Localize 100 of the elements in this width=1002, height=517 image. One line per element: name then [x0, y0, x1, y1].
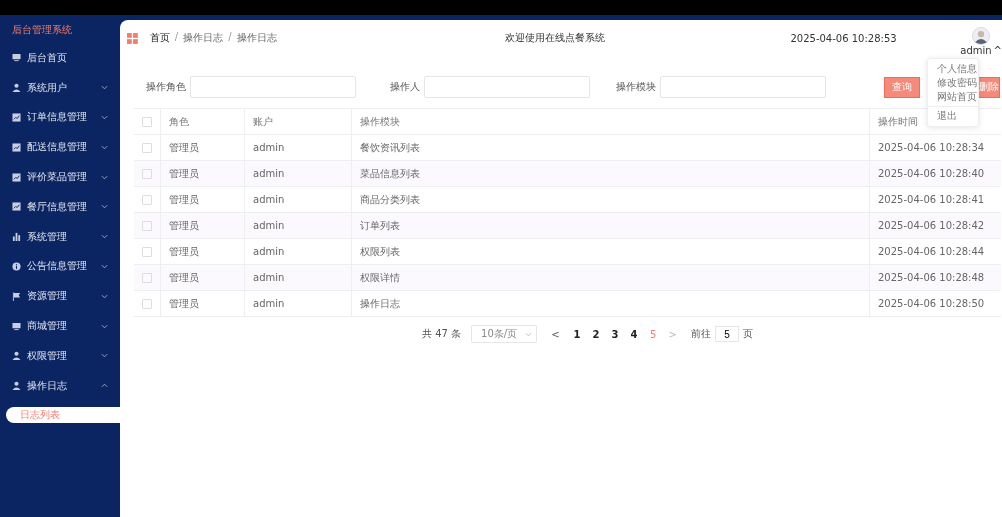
input-field[interactable] — [190, 76, 356, 98]
table-cell: admin — [253, 194, 285, 205]
table-cell: admin — [253, 272, 285, 283]
filter-label: 操作角色 — [146, 80, 186, 94]
table-cell: 商品分类列表 — [360, 193, 420, 205]
table-cell: 菜品信息列表 — [360, 167, 420, 179]
chevron-down-icon — [101, 115, 108, 120]
checkbox[interactable] — [142, 273, 152, 283]
monitor-icon — [12, 321, 21, 331]
chevron-down-icon — [101, 293, 108, 299]
table-cell: 2025-04-06 10:28:44 — [878, 246, 985, 257]
column-header: 角色 — [169, 115, 189, 127]
input-field[interactable] — [660, 76, 826, 98]
table-cell: 管理员 — [169, 167, 199, 179]
chevron-up-icon — [101, 383, 108, 389]
sidebar-item[interactable]: 操作日志 — [0, 370, 120, 401]
chevron-down-icon — [101, 204, 108, 210]
user-icon — [12, 83, 21, 93]
checkbox[interactable] — [142, 299, 152, 309]
sidebar-item[interactable]: 权限管理 — [0, 340, 120, 371]
page-size-select[interactable]: 10条/页 — [471, 325, 538, 343]
user-name[interactable]: admin — [960, 44, 992, 56]
table-cell: 订单列表 — [360, 219, 400, 231]
table-cell: 权限详情 — [360, 271, 400, 283]
breadcrumb-item[interactable]: 首页 — [149, 31, 170, 45]
chevron-down-icon — [525, 331, 533, 337]
table-cell: 2025-04-06 10:28:34 — [878, 142, 985, 153]
filter-label: 操作人 — [390, 80, 420, 94]
sidebar-item[interactable]: 配送信息管理 — [0, 132, 120, 163]
table-cell: 管理员 — [169, 193, 199, 205]
chevron-down-icon — [101, 263, 108, 269]
sidebar-item[interactable]: 公告信息管理 — [0, 251, 120, 282]
app-title: 后台管理系统 — [11, 23, 73, 37]
breadcrumb-item: 操作日志 — [183, 31, 224, 45]
sidebar-item[interactable]: 系统用户 — [0, 72, 120, 103]
table-cell: 2025-04-06 10:28:48 — [878, 272, 985, 283]
checkbox[interactable] — [142, 195, 152, 205]
info-icon — [12, 261, 21, 271]
sidebar-item[interactable]: 餐厅信息管理 — [0, 192, 120, 222]
sidebar-item[interactable]: 后台首页 — [0, 43, 120, 73]
table-cell: admin — [253, 246, 285, 257]
chevron-down-icon — [101, 353, 108, 359]
checkbox[interactable] — [142, 247, 152, 257]
flag-icon — [12, 291, 21, 301]
page-suffix: 页 — [742, 327, 753, 341]
sidebar-item[interactable]: 系统管理 — [0, 221, 120, 252]
table-cell: admin — [253, 298, 285, 309]
checkbox[interactable] — [142, 221, 152, 231]
table-cell: 管理员 — [169, 141, 199, 153]
chevron-down-icon — [101, 234, 108, 240]
previous-page-button[interactable]: < — [551, 328, 560, 340]
menu-item[interactable]: 个人信息 — [928, 62, 978, 76]
chevron-down-icon — [101, 85, 108, 91]
line-chart-icon — [12, 113, 21, 122]
breadcrumb-separator: / — [174, 31, 179, 44]
monitor-icon — [12, 53, 21, 63]
total-count: 共 47 条 — [422, 327, 462, 341]
table-cell: admin — [253, 220, 285, 231]
table-cell: 2025-04-06 10:28:50 — [878, 298, 985, 309]
user-icon — [12, 351, 21, 361]
user-icon — [12, 381, 21, 391]
goto-label: 前往 — [690, 327, 711, 341]
input-field[interactable] — [424, 76, 590, 98]
chevron-down-icon — [101, 144, 108, 150]
table-cell: 2025-04-06 10:28:40 — [878, 168, 985, 179]
avatar[interactable] — [972, 26, 991, 45]
checkbox[interactable] — [142, 169, 152, 179]
filter-label: 操作模块 — [616, 80, 656, 94]
table-cell: 权限列表 — [360, 245, 400, 257]
line-chart-icon — [12, 202, 21, 212]
column-header: 操作模块 — [360, 115, 400, 127]
table-cell: 管理员 — [169, 219, 199, 231]
grid-icon[interactable] — [127, 32, 138, 44]
line-chart-icon — [12, 172, 21, 182]
table-cell: admin — [253, 168, 285, 179]
page-number[interactable]: 4 — [624, 328, 644, 340]
table-cell: 餐饮资讯列表 — [360, 141, 420, 153]
table-cell: admin — [253, 142, 285, 153]
page-number[interactable]: 1 — [567, 328, 587, 340]
line-chart-icon — [12, 142, 21, 152]
table-cell: 管理员 — [169, 271, 199, 283]
chevron-down-icon — [101, 323, 108, 329]
column-header: 账户 — [253, 115, 273, 127]
page-number[interactable]: 2 — [586, 328, 606, 340]
column-header: 操作时间 — [878, 115, 918, 127]
page-number[interactable]: 3 — [605, 328, 625, 340]
sidebar-item[interactable]: 资源管理 — [0, 281, 120, 312]
bar-chart-icon — [12, 232, 21, 242]
table-cell: 管理员 — [169, 245, 199, 257]
welcome-text: 欢迎使用在线点餐系统 — [504, 31, 606, 45]
checkbox[interactable] — [142, 117, 152, 127]
clock: 2025-04-06 10:28:53 — [790, 32, 898, 44]
sidebar-item[interactable]: 商城管理 — [0, 311, 120, 341]
table-cell: 操作日志 — [360, 297, 400, 309]
checkbox[interactable] — [142, 143, 152, 153]
sidebar-item[interactable]: 评价菜品管理 — [0, 162, 120, 192]
caret-icon: ^ — [993, 44, 1002, 56]
sidebar-item[interactable]: 订单信息管理 — [0, 102, 120, 133]
page-input[interactable]: 5 — [714, 326, 739, 342]
breadcrumb-item: 操作日志 — [236, 31, 277, 45]
